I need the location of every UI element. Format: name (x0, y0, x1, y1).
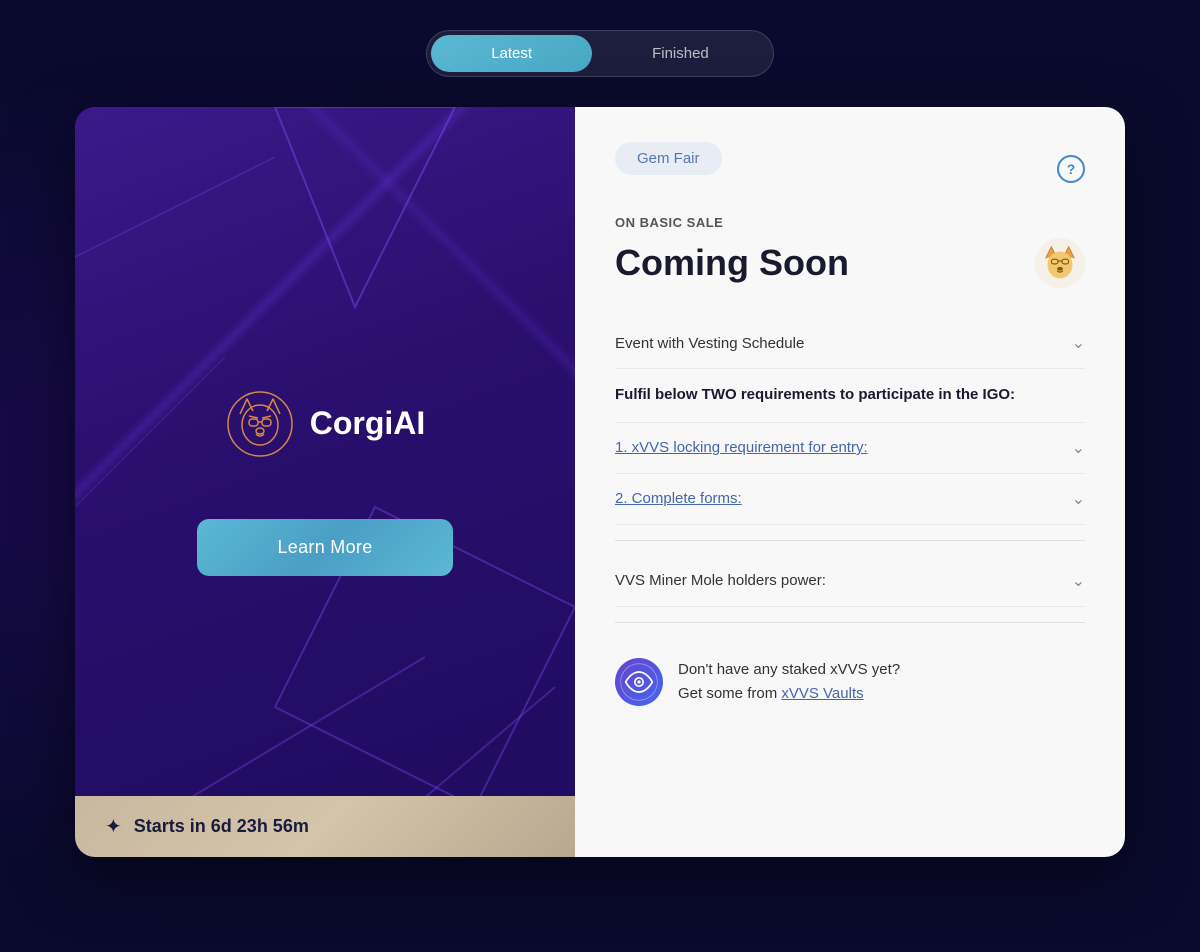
accordion-vesting[interactable]: Event with Vesting Schedule ⌄ (615, 318, 1085, 369)
tab-latest[interactable]: Latest (431, 35, 592, 72)
starts-bar: ✦ Starts in 6d 23h 56m (75, 796, 575, 857)
main-card: CorgiAI Learn More ✦ Starts in 6d 23h 56… (75, 107, 1125, 857)
tab-finished[interactable]: Finished (592, 35, 769, 72)
stake-notice: Don't have any staked xVVS yet?Get some … (615, 638, 1085, 726)
chevron-down-icon: ⌄ (1072, 333, 1085, 353)
star-icon: ✦ (105, 814, 122, 839)
left-panel: CorgiAI Learn More ✦ Starts in 6d 23h 56… (75, 107, 575, 857)
coming-soon-heading: Coming Soon (615, 242, 849, 284)
requirement-1-accordion[interactable]: 1. xVVS locking requirement for entry: ⌄ (615, 423, 1085, 474)
decorative-lines (75, 107, 575, 857)
divider-1 (615, 540, 1085, 541)
chevron-down-icon-req1: ⌄ (1072, 438, 1085, 458)
logo-text: CorgiAI (310, 405, 426, 442)
stake-text: Don't have any staked xVVS yet?Get some … (678, 658, 900, 706)
vvs-icon-graphic (619, 662, 659, 702)
corgi-logo-icon (225, 389, 295, 459)
corgi-avatar (1035, 238, 1085, 288)
corgi-avatar-icon (1036, 239, 1084, 287)
requirements-text: Fulfil below TWO requirements to partici… (615, 369, 1085, 423)
requirement-2-accordion[interactable]: 2. Complete forms: ⌄ (615, 474, 1085, 525)
on-basic-sale-label: ON BASIC SALE (615, 215, 1085, 230)
learn-more-button[interactable]: Learn More (197, 519, 452, 576)
chevron-down-icon-vvs: ⌄ (1072, 571, 1085, 591)
req1-label: 1. xVVS locking requirement for entry: (615, 439, 868, 456)
xvvs-vaults-link[interactable]: xVVS Vaults (781, 685, 863, 702)
accordion-vesting-label: Event with Vesting Schedule (615, 335, 804, 352)
vvs-vault-icon (615, 658, 663, 706)
divider-2 (615, 622, 1085, 623)
req2-label: 2. Complete forms: (615, 490, 742, 507)
coming-soon-row: Coming Soon (615, 238, 1085, 288)
tab-switcher: Latest Finished (426, 30, 774, 77)
vvs-miner-accordion[interactable]: VVS Miner Mole holders power: ⌄ (615, 556, 1085, 607)
gem-fair-badge: Gem Fair (615, 142, 722, 175)
right-panel: Gem Fair ? ON BASIC SALE Coming Soon (575, 107, 1125, 857)
help-icon[interactable]: ? (1057, 155, 1085, 183)
chevron-down-icon-req2: ⌄ (1072, 489, 1085, 509)
starts-text: Starts in 6d 23h 56m (134, 816, 309, 837)
logo-area: CorgiAI (225, 389, 426, 459)
vvs-miner-label: VVS Miner Mole holders power: (615, 572, 826, 589)
